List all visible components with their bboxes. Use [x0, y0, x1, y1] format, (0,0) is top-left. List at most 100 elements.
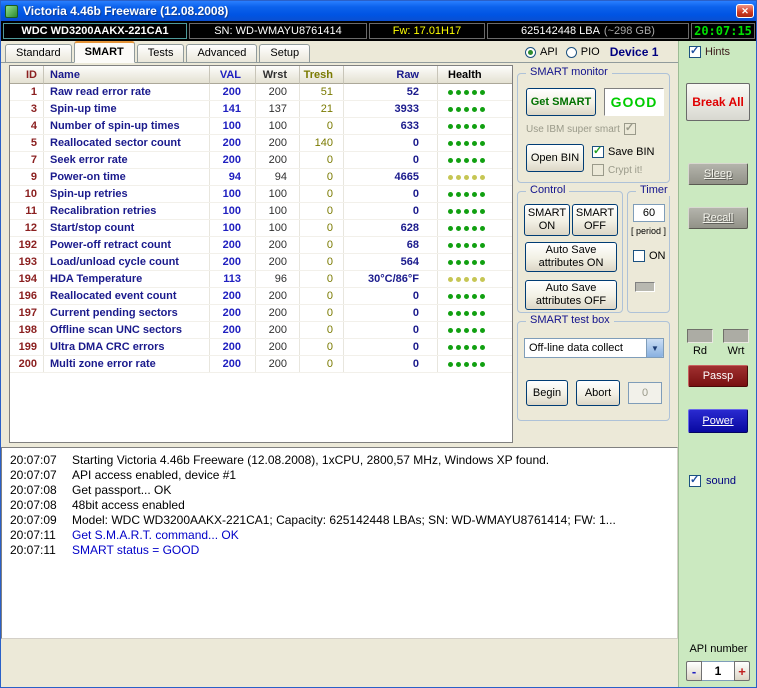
api-minus-button[interactable]: - [686, 661, 702, 681]
log-area[interactable]: 20:07:07 Starting Victoria 4.46b Freeware… [1, 447, 678, 639]
header-id[interactable]: ID [10, 66, 44, 84]
cell-val: 200 [210, 305, 256, 321]
tab-standard[interactable]: Standard [5, 44, 72, 62]
mode-bar: API PIO Device 1 [525, 45, 658, 59]
hints-row: ✓ Hints [689, 45, 730, 58]
cell-tresh: 0 [300, 254, 344, 270]
timer-period-input[interactable]: 60 [633, 204, 665, 222]
capacity-gb: (~298 GB) [603, 25, 655, 37]
passport-button[interactable]: Passp [688, 365, 748, 387]
sleep-button[interactable]: Sleep [688, 163, 748, 185]
api-radio-label: API [540, 46, 558, 58]
log-timestamp: 20:07:07 [10, 468, 57, 482]
smart-monitor-title: SMART monitor [526, 66, 612, 78]
abort-button[interactable]: Abort [576, 380, 620, 406]
table-row[interactable]: 7 Seek error rate 200 200 0 0 [10, 152, 512, 169]
table-row[interactable]: 3 Spin-up time 141 137 21 3933 [10, 101, 512, 118]
chevron-down-icon[interactable]: ▼ [646, 339, 663, 357]
cell-name: HDA Temperature [44, 271, 210, 287]
tab-advanced[interactable]: Advanced [186, 44, 258, 62]
smart-table-body: 1 Raw read error rate 200 200 51 52 3 Spin-up t… [10, 84, 512, 373]
table-row[interactable]: 200 Multi zone error rate 200 200 0 0 [10, 356, 512, 373]
table-row[interactable]: 199 Ultra DMA CRC errors 200 200 0 0 [10, 339, 512, 356]
tab-tests[interactable]: Tests [136, 44, 185, 62]
table-row[interactable]: 193 Load/unload cycle count 200 200 0 564 [10, 254, 512, 271]
health-dot [472, 276, 477, 282]
open-bin-button[interactable]: Open BIN [526, 144, 584, 172]
table-row[interactable]: 4 Number of spin-up times 100 100 0 633 [10, 118, 512, 135]
smart-attributes-table: ID Name VAL Wrst Tresh Raw Health 1 Raw r… [9, 65, 513, 443]
health-dot [472, 174, 477, 180]
recall-button[interactable]: Recall [688, 207, 748, 229]
header-wrst[interactable]: Wrst [256, 66, 300, 84]
cell-tresh: 51 [300, 84, 344, 100]
smart-on-button[interactable]: SMART ON [524, 204, 570, 236]
cell-id: 12 [10, 220, 44, 236]
cell-id: 7 [10, 152, 44, 168]
health-dot [456, 140, 461, 146]
cell-tresh: 0 [300, 186, 344, 202]
log-timestamp: 20:07:08 [10, 498, 57, 512]
check-icon: ✓ [690, 45, 700, 57]
power-button[interactable]: Power [688, 409, 748, 433]
table-row[interactable]: 10 Spin-up retries 100 100 0 0 [10, 186, 512, 203]
ibm-smart-checkbox: ✓ [623, 122, 636, 135]
header-name[interactable]: Name [44, 66, 210, 84]
autosave-off-button[interactable]: Auto Save attributes OFF [525, 280, 617, 310]
table-row[interactable]: 194 HDA Temperature 113 96 0 30°C/86°F [10, 271, 512, 288]
test-counter-field: 0 [628, 382, 662, 404]
log-message: Get passport... OK [72, 483, 172, 497]
health-dot [480, 310, 485, 316]
log-line: 20:07:11 SMART status = GOOD [2, 543, 677, 558]
break-all-button[interactable]: Break All [686, 83, 750, 121]
health-dot [464, 310, 469, 316]
table-row[interactable]: 197 Current pending sectors 200 200 0 0 [10, 305, 512, 322]
api-radio[interactable] [525, 46, 536, 58]
health-dot [456, 174, 461, 180]
table-row[interactable]: 12 Start/stop count 100 100 0 628 [10, 220, 512, 237]
save-bin-checkbox[interactable]: ✓ [592, 145, 604, 158]
header-raw[interactable]: Raw [344, 66, 438, 84]
table-row[interactable]: 198 Offline scan UNC sectors 200 200 0 0 [10, 322, 512, 339]
table-row[interactable]: 1 Raw read error rate 200 200 51 52 [10, 84, 512, 101]
table-row[interactable]: 196 Reallocated event count 200 200 0 0 [10, 288, 512, 305]
check-icon: ✓ [690, 474, 700, 486]
sound-checkbox[interactable]: ✓ [689, 474, 701, 487]
tab-setup[interactable]: Setup [259, 44, 311, 62]
cell-tresh: 0 [300, 169, 344, 185]
table-row[interactable]: 5 Reallocated sector count 200 200 140 0 [10, 135, 512, 152]
log-message: 48bit access enabled [72, 498, 185, 512]
autosave-on-button[interactable]: Auto Save attributes ON [525, 242, 617, 272]
header-val[interactable]: VAL [210, 66, 256, 84]
health-dot [480, 259, 485, 265]
test-select-dropdown[interactable]: Off-line data collect ▼ [524, 338, 664, 358]
health-dot [456, 344, 461, 350]
health-dot [480, 191, 485, 197]
header-tresh[interactable]: Tresh [300, 66, 344, 84]
close-button[interactable]: ✕ [736, 4, 754, 18]
get-smart-button[interactable]: Get SMART [526, 88, 596, 116]
cell-val: 100 [210, 186, 256, 202]
health-dot [464, 327, 469, 333]
pio-radio[interactable] [565, 46, 577, 58]
check-icon: ✓ [593, 145, 603, 157]
header-health[interactable]: Health [438, 66, 512, 84]
table-row[interactable]: 192 Power-off retract count 200 200 0 68 [10, 237, 512, 254]
hints-checkbox[interactable]: ✓ [689, 45, 701, 58]
timer-on-checkbox[interactable] [633, 250, 645, 262]
health-dot [480, 361, 485, 367]
api-plus-button[interactable]: + [734, 661, 750, 681]
cell-id: 10 [10, 186, 44, 202]
health-dot [472, 293, 477, 299]
cell-name: Multi zone error rate [44, 356, 210, 372]
health-dot [472, 327, 477, 333]
smart-off-button[interactable]: SMART OFF [572, 204, 618, 236]
log-line: 20:07:07 Starting Victoria 4.46b Freeware… [2, 453, 677, 468]
table-row[interactable]: 11 Recalibration retries 100 100 0 0 [10, 203, 512, 220]
check-icon: ✓ [624, 122, 635, 134]
health-dot [480, 174, 485, 180]
tab-smart[interactable]: SMART [73, 41, 135, 63]
begin-button[interactable]: Begin [526, 380, 568, 406]
table-row[interactable]: 9 Power-on time 94 94 0 4665 [10, 169, 512, 186]
cell-tresh: 0 [300, 322, 344, 338]
